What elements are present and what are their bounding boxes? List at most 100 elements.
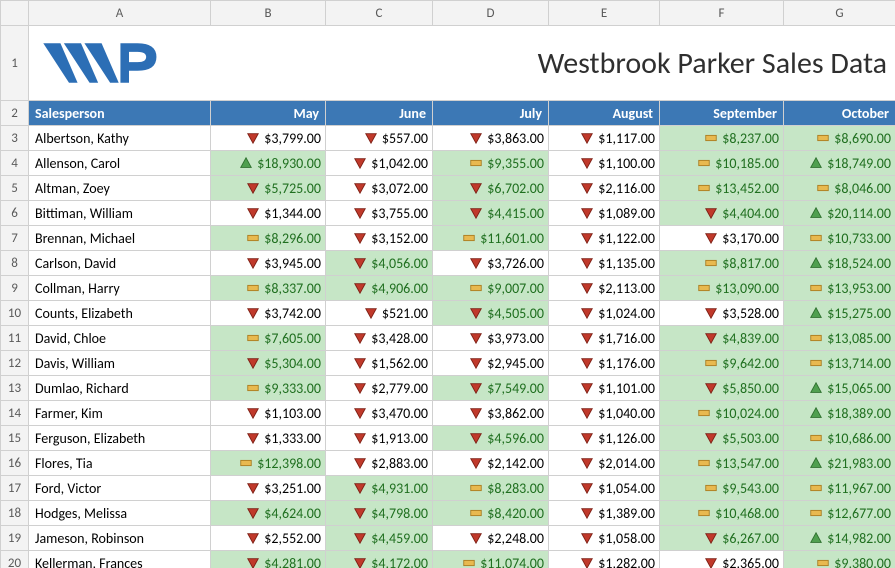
header-may[interactable]: May [211,101,326,126]
value-cell[interactable]: $11,601.00 [433,226,549,251]
salesperson-cell[interactable]: Jameson, Robinson [29,526,211,551]
row-header-17[interactable]: 17 [1,476,29,501]
value-cell[interactable]: $14,982.00 [784,526,895,551]
value-cell[interactable]: $9,355.00 [433,151,549,176]
value-cell[interactable]: $5,304.00 [211,351,326,376]
value-cell[interactable]: $4,798.00 [326,501,433,526]
value-cell[interactable]: $1,058.00 [549,526,660,551]
row-header-2[interactable]: 2 [1,101,29,126]
value-cell[interactable]: $4,505.00 [433,301,549,326]
salesperson-cell[interactable]: Collman, Harry [29,276,211,301]
value-cell[interactable]: $6,702.00 [433,176,549,201]
value-cell[interactable]: $1,716.00 [549,326,660,351]
row-header-20[interactable]: 20 [1,551,29,568]
value-cell[interactable]: $10,733.00 [784,226,895,251]
value-cell[interactable]: $13,714.00 [784,351,895,376]
value-cell[interactable]: $4,404.00 [660,201,784,226]
grid[interactable]: ABCDEFG1Westbrook Parker Sales Data2Sale… [0,0,895,568]
row-header-7[interactable]: 7 [1,226,29,251]
value-cell[interactable]: $9,333.00 [211,376,326,401]
value-cell[interactable]: $4,172.00 [326,551,433,568]
salesperson-cell[interactable]: Davis, William [29,351,211,376]
header-salesperson[interactable]: Salesperson [29,101,211,126]
value-cell[interactable]: $9,543.00 [660,476,784,501]
value-cell[interactable]: $1,117.00 [549,126,660,151]
value-cell[interactable]: $1,040.00 [549,401,660,426]
column-header-E[interactable]: E [549,1,660,26]
value-cell[interactable]: $1,103.00 [211,401,326,426]
value-cell[interactable]: $1,054.00 [549,476,660,501]
value-cell[interactable]: $1,333.00 [211,426,326,451]
value-cell[interactable]: $2,113.00 [549,276,660,301]
value-cell[interactable]: $3,170.00 [660,226,784,251]
value-cell[interactable]: $8,296.00 [211,226,326,251]
row-header-5[interactable]: 5 [1,176,29,201]
value-cell[interactable]: $9,642.00 [660,351,784,376]
row-header-13[interactable]: 13 [1,376,29,401]
value-cell[interactable]: $10,468.00 [660,501,784,526]
row-header-1[interactable]: 1 [1,26,29,101]
value-cell[interactable]: $11,074.00 [433,551,549,568]
value-cell[interactable]: $1,913.00 [326,426,433,451]
row-header-16[interactable]: 16 [1,451,29,476]
select-all-corner[interactable] [1,1,29,26]
row-header-8[interactable]: 8 [1,251,29,276]
column-header-A[interactable]: A [29,1,211,26]
row-header-3[interactable]: 3 [1,126,29,151]
salesperson-cell[interactable]: Bittiman, William [29,201,211,226]
value-cell[interactable]: $1,042.00 [326,151,433,176]
salesperson-cell[interactable]: Flores, Tia [29,451,211,476]
value-cell[interactable]: $3,799.00 [211,126,326,151]
salesperson-cell[interactable]: Farmer, Kim [29,401,211,426]
value-cell[interactable]: $3,528.00 [660,301,784,326]
value-cell[interactable]: $10,024.00 [660,401,784,426]
value-cell[interactable]: $3,862.00 [433,401,549,426]
value-cell[interactable]: $4,624.00 [211,501,326,526]
value-cell[interactable]: $3,072.00 [326,176,433,201]
value-cell[interactable]: $1,089.00 [549,201,660,226]
value-cell[interactable]: $3,428.00 [326,326,433,351]
header-july[interactable]: July [433,101,549,126]
value-cell[interactable]: $8,283.00 [433,476,549,501]
value-cell[interactable]: $3,755.00 [326,201,433,226]
value-cell[interactable]: $4,931.00 [326,476,433,501]
row-header-9[interactable]: 9 [1,276,29,301]
value-cell[interactable]: $4,056.00 [326,251,433,276]
value-cell[interactable]: $3,945.00 [211,251,326,276]
value-cell[interactable]: $4,281.00 [211,551,326,568]
salesperson-cell[interactable]: Counts, Elizabeth [29,301,211,326]
value-cell[interactable]: $18,930.00 [211,151,326,176]
column-header-D[interactable]: D [433,1,549,26]
value-cell[interactable]: $11,967.00 [784,476,895,501]
value-cell[interactable]: $21,983.00 [784,451,895,476]
value-cell[interactable]: $1,122.00 [549,226,660,251]
value-cell[interactable]: $1,562.00 [326,351,433,376]
value-cell[interactable]: $557.00 [326,126,433,151]
value-cell[interactable]: $3,726.00 [433,251,549,276]
header-september[interactable]: September [660,101,784,126]
value-cell[interactable]: $2,142.00 [433,451,549,476]
value-cell[interactable]: $1,101.00 [549,376,660,401]
column-header-B[interactable]: B [211,1,326,26]
value-cell[interactable]: $7,549.00 [433,376,549,401]
row-header-10[interactable]: 10 [1,301,29,326]
value-cell[interactable]: $1,176.00 [549,351,660,376]
value-cell[interactable]: $13,547.00 [660,451,784,476]
value-cell[interactable]: $8,690.00 [784,126,895,151]
row-header-19[interactable]: 19 [1,526,29,551]
value-cell[interactable]: $18,389.00 [784,401,895,426]
value-cell[interactable]: $13,090.00 [660,276,784,301]
salesperson-cell[interactable]: Ford, Victor [29,476,211,501]
value-cell[interactable]: $4,596.00 [433,426,549,451]
value-cell[interactable]: $3,152.00 [326,226,433,251]
salesperson-cell[interactable]: Brennan, Michael [29,226,211,251]
value-cell[interactable]: $4,415.00 [433,201,549,226]
salesperson-cell[interactable]: Albertson, Kathy [29,126,211,151]
value-cell[interactable]: $2,116.00 [549,176,660,201]
value-cell[interactable]: $18,524.00 [784,251,895,276]
value-cell[interactable]: $12,398.00 [211,451,326,476]
value-cell[interactable]: $13,085.00 [784,326,895,351]
value-cell[interactable]: $15,275.00 [784,301,895,326]
salesperson-cell[interactable]: Allenson, Carol [29,151,211,176]
value-cell[interactable]: $8,337.00 [211,276,326,301]
